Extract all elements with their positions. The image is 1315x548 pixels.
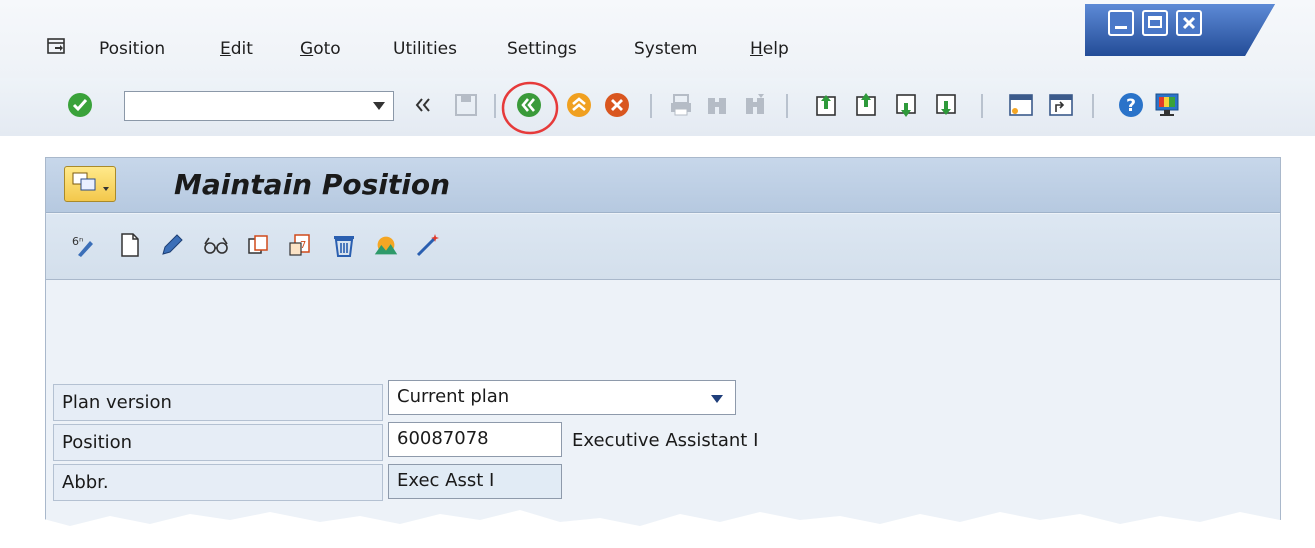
plan-version-value: Current plan [397,386,510,407]
application-toolbar: 6ⁿ 7 [46,214,1280,280]
svg-text:7: 7 [300,240,306,251]
first-page-icon[interactable] [810,88,844,122]
prev-page-icon[interactable] [850,88,884,122]
menu-settings[interactable]: Settings [507,39,577,59]
position-input[interactable]: 60087078 [388,422,562,457]
transaction-menu-icon[interactable] [64,166,116,202]
highlight-circle [501,81,559,135]
abbr-row: Abbr. [53,464,383,501]
command-field[interactable] [124,91,394,121]
structure-icon[interactable] [372,230,400,260]
delete-icon[interactable] [330,230,358,260]
plan-version-label: Plan version [62,392,172,413]
position-description: Executive Assistant I [572,430,759,451]
copy-icon[interactable] [244,230,272,260]
menu-position[interactable]: Position [99,39,165,59]
find-next-icon[interactable] [738,88,772,122]
position-value: 60087078 [397,428,489,449]
change-icon[interactable] [158,230,186,260]
save-icon[interactable] [449,88,483,122]
overview-icon[interactable]: 6ⁿ [70,230,98,260]
chevron-down-icon[interactable] [373,102,385,110]
maximize-icon[interactable] [1142,10,1168,36]
delimit-icon[interactable]: 7 [286,230,314,260]
wizard-icon[interactable] [414,230,442,260]
display-icon[interactable] [202,230,230,260]
plan-version-select[interactable]: Current plan [388,380,736,415]
minimize-icon[interactable] [1108,10,1134,36]
shortcut-icon[interactable] [1044,88,1078,122]
menu-bar: Position Edit Goto Utilities Settings Sy… [0,0,1315,78]
chevron-down-icon[interactable] [711,395,723,403]
print-icon[interactable] [664,88,698,122]
position-row: Position [53,424,383,461]
page-title: Maintain Position [174,168,451,201]
main-panel: Maintain Position 6ⁿ 7 Plan version Curr… [45,157,1281,548]
abbr-field: Exec Asst I [388,464,562,499]
customize-layout-icon[interactable] [1150,88,1184,122]
next-page-icon[interactable] [890,88,924,122]
menu-goto[interactable]: Goto [300,39,341,59]
cancel-icon[interactable] [600,88,634,122]
svg-text:?: ? [1126,96,1136,116]
menu-icon[interactable] [47,38,65,54]
menu-help[interactable]: Help [750,39,789,59]
standard-toolbar: ? [0,78,1315,136]
ok-icon[interactable] [63,88,97,122]
new-session-icon[interactable] [1004,88,1038,122]
position-label: Position [62,432,133,453]
plan-version-row: Plan version [53,384,383,421]
svg-text:6ⁿ: 6ⁿ [72,235,83,248]
abbr-value: Exec Asst I [397,470,495,491]
menu-utilities[interactable]: Utilities [393,39,457,59]
last-page-icon[interactable] [930,88,964,122]
find-icon[interactable] [700,88,734,122]
close-icon[interactable] [1176,10,1202,36]
menu-edit[interactable]: Edit [220,39,253,59]
create-icon[interactable] [116,230,144,260]
exit-icon[interactable] [562,88,596,122]
help-icon[interactable]: ? [1114,88,1148,122]
collapse-icon[interactable] [406,88,440,122]
torn-edge [0,510,1315,548]
abbr-label: Abbr. [62,472,109,493]
title-bar: Maintain Position [46,158,1280,213]
menu-system[interactable]: System [634,39,697,59]
